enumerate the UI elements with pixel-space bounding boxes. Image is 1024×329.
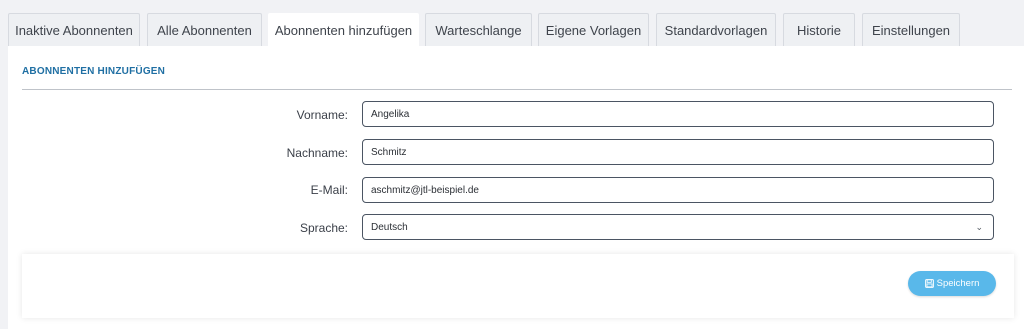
tab-queue[interactable]: Warteschlange [425,13,532,46]
tab-label: Eigene Vorlagen [545,22,642,38]
tab-label: Historie [796,22,842,38]
email-label: E-Mail: [310,183,348,197]
language-select[interactable]: Deutsch ⌄ [362,214,994,240]
tab-add-subscribers[interactable]: Abonnenten hinzufügen [268,13,419,47]
tab-label: Warteschlange [435,22,522,38]
firstname-label: Vorname: [296,108,348,122]
lastname-value: Schmitz [371,146,407,158]
add-subscriber-panel: ABONNENTEN HINZUFÜGEN Vorname: Angelika … [8,46,1024,329]
form-footer [22,254,1014,318]
email-value: aschmitz@jtl-beispiel.de [371,184,479,196]
language-label: Sprache: [299,221,348,235]
lastname-input[interactable]: Schmitz [362,139,994,165]
save-button-label: Speichern [936,278,980,289]
tab-settings[interactable]: Einstellungen [862,13,960,46]
firstname-value: Angelika [371,108,410,120]
tab-label: Inaktive Abonnenten [15,22,133,38]
section-divider [22,89,1012,90]
floppy-disk-icon [924,279,934,288]
tab-all-subscribers[interactable]: Alle Abonnenten [147,13,262,46]
tab-label: Einstellungen [871,22,951,38]
email-input[interactable]: aschmitz@jtl-beispiel.de [362,177,994,203]
tab-history[interactable]: Historie [783,13,855,46]
lastname-label: Nachname: [286,146,348,160]
chevron-down-icon: ⌄ [975,221,983,232]
tab-label: Abonnenten hinzufügen [274,23,413,38]
tab-label: Alle Abonnenten [157,22,252,38]
tab-own-templates[interactable]: Eigene Vorlagen [538,13,649,46]
tab-bar: Inaktive Abonnenten Alle Abonnenten Abon… [0,0,1024,47]
tab-standard-templates[interactable]: Standardvorlagen [656,13,776,46]
save-button[interactable]: Speichern [908,271,996,296]
firstname-input[interactable]: Angelika [362,101,994,127]
section-title: ABONNENTEN HINZUFÜGEN [22,66,166,77]
language-value: Deutsch [371,221,408,233]
tab-label: Standardvorlagen [664,22,768,38]
tab-inactive-subscribers[interactable]: Inaktive Abonnenten [8,13,140,46]
